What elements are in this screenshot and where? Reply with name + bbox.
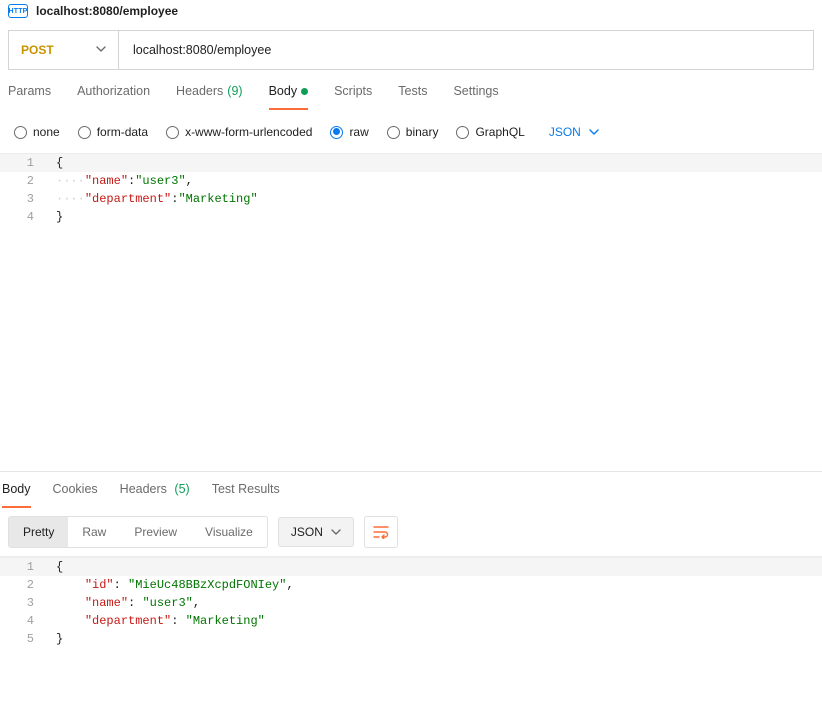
radio-binary[interactable]: binary: [387, 125, 439, 139]
radio-raw-label: raw: [349, 125, 368, 139]
line-number: 4: [0, 612, 46, 630]
radio-binary-label: binary: [406, 125, 439, 139]
method-select[interactable]: POST: [9, 31, 119, 69]
code-line: 3····"department":"Marketing": [0, 190, 822, 208]
radio-circle-icon: [456, 126, 469, 139]
code-line: 4 "department": "Marketing": [0, 612, 822, 630]
request-body-editor[interactable]: 1{2····"name":"user3",3····"department":…: [0, 153, 822, 471]
resp-tab-headers-label: Headers: [120, 482, 167, 496]
request-tab-bar: HTTP localhost:8080/employee: [0, 0, 822, 24]
code-content: }: [46, 630, 822, 648]
code-line: 4}: [0, 208, 822, 226]
resp-tab-headers[interactable]: Headers (5): [120, 482, 190, 508]
line-number: 3: [0, 190, 46, 208]
radio-form-data[interactable]: form-data: [78, 125, 148, 139]
radio-graphql-label: GraphQL: [475, 125, 524, 139]
radio-circle-icon: [387, 126, 400, 139]
tab-authorization[interactable]: Authorization: [77, 84, 150, 110]
body-type-row: none form-data x-www-form-urlencoded raw…: [0, 111, 822, 153]
view-visualize[interactable]: Visualize: [191, 517, 267, 547]
resp-tab-body[interactable]: Body: [2, 482, 31, 508]
tab-scripts[interactable]: Scripts: [334, 84, 372, 110]
radio-raw[interactable]: raw: [330, 125, 368, 139]
code-content: {: [46, 154, 822, 172]
request-subtabs: Params Authorization Headers (9) Body Sc…: [0, 72, 822, 111]
radio-form-data-label: form-data: [97, 125, 148, 139]
response-tabs: Body Cookies Headers (5) Test Results: [0, 472, 822, 508]
response-toolbar: Pretty Raw Preview Visualize JSON: [0, 508, 822, 556]
tab-headers-count: (9): [227, 84, 242, 98]
wrap-icon: [373, 525, 389, 539]
code-line: 2····"name":"user3",: [0, 172, 822, 190]
code-content: }: [46, 208, 822, 226]
tab-settings[interactable]: Settings: [453, 84, 498, 110]
view-raw[interactable]: Raw: [68, 517, 120, 547]
code-line: 3 "name": "user3",: [0, 594, 822, 612]
code-content: "department": "Marketing": [46, 612, 822, 630]
code-line: 2 "id": "MieUc48BBzXcpdFONIey",: [0, 576, 822, 594]
tab-body[interactable]: Body: [269, 84, 309, 110]
resp-tab-headers-count: (5): [174, 482, 189, 496]
code-content: "name": "user3",: [46, 594, 822, 612]
url-input[interactable]: localhost:8080/employee: [119, 31, 813, 69]
chevron-down-icon: [96, 43, 106, 57]
line-number: 4: [0, 208, 46, 226]
line-number: 1: [0, 558, 46, 576]
radio-none-label: none: [33, 125, 60, 139]
tab-params[interactable]: Params: [8, 84, 51, 110]
radio-graphql[interactable]: GraphQL: [456, 125, 524, 139]
line-number: 5: [0, 630, 46, 648]
view-pretty[interactable]: Pretty: [9, 517, 68, 547]
method-label: POST: [21, 43, 54, 57]
radio-xwww-label: x-www-form-urlencoded: [185, 125, 312, 139]
url-row: POST localhost:8080/employee: [8, 30, 814, 70]
resp-tab-cookies[interactable]: Cookies: [53, 482, 98, 508]
response-section: Body Cookies Headers (5) Test Results Pr…: [0, 471, 822, 648]
resp-tab-test-results[interactable]: Test Results: [212, 482, 280, 508]
code-content: ····"name":"user3",: [46, 172, 822, 190]
radio-none[interactable]: none: [14, 125, 60, 139]
line-number: 2: [0, 576, 46, 594]
response-view-group: Pretty Raw Preview Visualize: [8, 516, 268, 548]
code-line: 5}: [0, 630, 822, 648]
chevron-down-icon: [331, 527, 341, 537]
tab-tests[interactable]: Tests: [398, 84, 427, 110]
code-content: {: [46, 558, 822, 576]
radio-circle-icon: [166, 126, 179, 139]
response-lang-select[interactable]: JSON: [278, 517, 354, 547]
response-body-editor[interactable]: 1{2 "id": "MieUc48BBzXcpdFONIey",3 "name…: [0, 556, 822, 648]
tab-body-label: Body: [269, 84, 298, 98]
chevron-down-icon: [589, 127, 599, 137]
wrap-lines-button[interactable]: [364, 516, 398, 548]
tab-headers[interactable]: Headers (9): [176, 84, 243, 110]
request-tab-title[interactable]: localhost:8080/employee: [36, 4, 178, 18]
response-lang-label: JSON: [291, 525, 323, 539]
radio-xwww[interactable]: x-www-form-urlencoded: [166, 125, 312, 139]
view-preview[interactable]: Preview: [120, 517, 191, 547]
code-line: 1{: [0, 558, 822, 576]
http-method-icon: HTTP: [8, 4, 28, 18]
code-content: "id": "MieUc48BBzXcpdFONIey",: [46, 576, 822, 594]
code-content: ····"department":"Marketing": [46, 190, 822, 208]
line-number: 3: [0, 594, 46, 612]
body-lang-select[interactable]: JSON: [549, 125, 599, 139]
radio-circle-icon: [14, 126, 27, 139]
modified-dot-icon: [301, 88, 308, 95]
tab-headers-label: Headers: [176, 84, 223, 98]
line-number: 1: [0, 154, 46, 172]
line-number: 2: [0, 172, 46, 190]
body-lang-label: JSON: [549, 125, 581, 139]
code-line: 1{: [0, 154, 822, 172]
radio-circle-icon: [330, 126, 343, 139]
radio-circle-icon: [78, 126, 91, 139]
